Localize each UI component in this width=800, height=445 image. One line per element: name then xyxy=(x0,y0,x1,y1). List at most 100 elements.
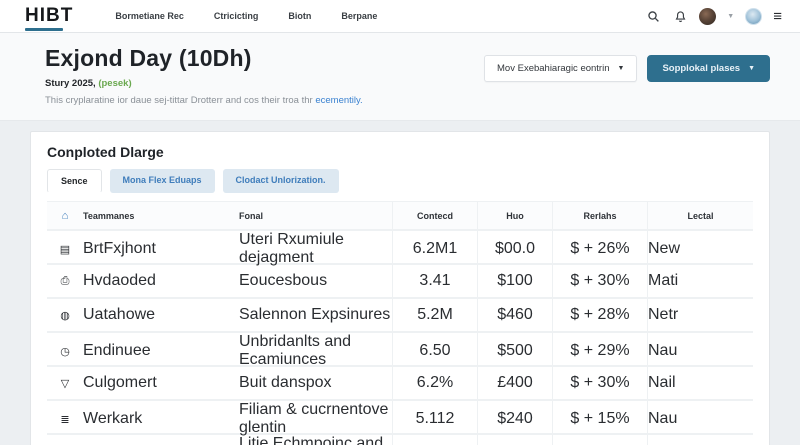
list-icon: ≣ xyxy=(60,413,69,426)
row-badges: Endinuee xyxy=(83,342,151,360)
description-text: This cryplaratine ior daue sej-tittar Dr… xyxy=(45,95,313,106)
tab-0[interactable]: Sence xyxy=(47,169,102,193)
column-rerlahs[interactable]: Rerlahs xyxy=(552,202,647,229)
status-label: Nau xyxy=(648,410,677,427)
status-label: Mati xyxy=(648,272,678,289)
primary-action-button[interactable]: Sopplokal plases ▼ xyxy=(647,55,770,82)
filter-icon: ▽ xyxy=(61,377,69,390)
type-badge: Uatahowe xyxy=(83,306,155,323)
column-fonal[interactable]: Fonal xyxy=(219,202,392,229)
chart-icon: ▤ xyxy=(60,243,70,256)
table-row[interactable]: ≣ Werkark Filiam & cucrnentove glentin 5… xyxy=(47,401,753,435)
dollar-icon: $ xyxy=(570,272,579,289)
column-huo[interactable]: Huo xyxy=(477,202,552,229)
row-name: Salennon Expsinures xyxy=(239,306,390,324)
secondary-avatar[interactable] xyxy=(745,8,762,25)
brand-logo[interactable]: HIBT xyxy=(25,5,73,27)
table-row[interactable]: ◯ Vobohisr Litie Echmpoinc and Baueigmen… xyxy=(47,435,753,445)
gain-value: + 29% xyxy=(584,342,630,359)
row-contecd: 6.50 xyxy=(419,342,450,360)
status-label: New xyxy=(648,240,680,257)
user-avatar[interactable] xyxy=(699,8,716,25)
menu-icon[interactable]: ≡ xyxy=(773,9,782,24)
row-huo: $500 xyxy=(497,342,533,360)
date-note: (pesek) xyxy=(98,78,131,89)
row-huo: $460 xyxy=(497,306,533,324)
table-header: ⌂ Teammanes Fonal Contecd Huo Rerlahs Le… xyxy=(47,201,753,231)
row-name: Buit danspox xyxy=(239,374,332,392)
row-name: Litie Echmpoinc and Baueigment xyxy=(239,435,392,445)
dollar-icon: $ xyxy=(570,342,579,359)
date-label: Stury 2025, xyxy=(45,78,96,89)
tab-2[interactable]: Clodact Unlorization. xyxy=(223,169,339,193)
type-badge: Brt xyxy=(83,240,103,257)
gain-badge: $ + 15% xyxy=(570,410,629,428)
gain-value: + 15% xyxy=(584,410,630,427)
table-row[interactable]: ◍ Uatahowe Salennon Expsinures 5.2M $460… xyxy=(47,299,753,333)
dollar-icon: $ xyxy=(570,410,579,427)
nav-item[interactable]: Bormetiane Rec xyxy=(115,11,184,21)
printer-icon: ⎙ xyxy=(61,275,70,288)
date-line: Stury 2025, (pesek) xyxy=(45,78,363,89)
type-badge: Culgomert xyxy=(83,374,157,391)
status-label: Nail xyxy=(648,374,676,391)
row-huo: £400 xyxy=(497,374,533,392)
status-label: Netr xyxy=(648,306,678,323)
caret-icon: ▼ xyxy=(618,65,625,72)
row-badges: Werkark xyxy=(83,410,142,428)
column-contecd[interactable]: Contecd xyxy=(392,202,477,229)
row-name: Filiam & cucrnentove glentin xyxy=(239,401,392,437)
clock-icon: ◷ xyxy=(60,345,70,358)
description-link[interactable]: ecementily. xyxy=(315,95,362,106)
type-badge: Werkark xyxy=(83,410,142,427)
table-row[interactable]: ▤ BrtFxjhont Uteri Rxumiule dejagment 6.… xyxy=(47,231,753,265)
card-title: Conploted Dlarge xyxy=(47,144,753,160)
status-label: Nau xyxy=(648,342,677,359)
table-row[interactable]: ▽ Culgomert Buit danspox 6.2% £400 $ + 3… xyxy=(47,367,753,401)
gain-badge: $ + 26% xyxy=(570,240,629,258)
row-name: Unbridanlts and Ecamiunces xyxy=(239,333,392,369)
row-huo: $00.0 xyxy=(495,240,535,258)
type-badge: Fxjhont xyxy=(103,240,155,257)
gain-value: + 30% xyxy=(584,272,630,289)
table-row[interactable]: ◷ Endinuee Unbridanlts and Ecamiunces 6.… xyxy=(47,333,753,367)
search-icon[interactable] xyxy=(645,8,661,24)
nav-item[interactable]: Ctricicting xyxy=(214,11,259,21)
row-huo: $100 xyxy=(497,272,533,290)
dollar-icon: $ xyxy=(570,306,579,323)
table-body: ▤ BrtFxjhont Uteri Rxumiule dejagment 6.… xyxy=(47,231,753,445)
row-name: Uteri Rxumiule dejagment xyxy=(239,231,392,267)
gain-badge: $ + 30% xyxy=(570,374,629,392)
page-header: Exjond Day (10Dh) Stury 2025, (pesek) Th… xyxy=(0,33,800,121)
chevron-down-icon[interactable]: ▼ xyxy=(727,13,734,20)
description-line: This cryplaratine ior daue sej-tittar Dr… xyxy=(45,95,363,106)
top-navbar: HIBT Bormetiane Rec Ctricicting Biotn Berpa… xyxy=(0,0,800,33)
row-contecd: 6.2% xyxy=(417,374,453,392)
gain-badge: $ + 29% xyxy=(570,342,629,360)
row-contecd: 5.112 xyxy=(416,410,455,428)
caret-icon: ▼ xyxy=(748,65,755,72)
row-badges: Hvdaoded xyxy=(83,272,156,290)
page-title: Exjond Day (10Dh) xyxy=(45,45,363,72)
column-lectal[interactable]: Lectal xyxy=(647,202,753,229)
nav-item[interactable]: Berpane xyxy=(341,11,377,21)
row-name: Eoucesbous xyxy=(239,272,327,290)
globe-icon: ◍ xyxy=(60,309,70,322)
row-badges: Uatahowe xyxy=(83,306,155,324)
column-teammanes[interactable]: Teammanes xyxy=(83,202,219,229)
completed-card: Conploted Dlarge Sence Mona Flex Eduaps Cl… xyxy=(30,131,770,445)
table-row[interactable]: ⎙ Hvdaoded Eoucesbous 3.41 $100 $ + 30% … xyxy=(47,265,753,299)
bell-icon[interactable] xyxy=(672,8,688,24)
gain-badge: $ + 30% xyxy=(570,272,629,290)
logo-accent-bar xyxy=(25,28,63,31)
gain-badge: $ + 28% xyxy=(570,306,629,324)
tab-1[interactable]: Mona Flex Eduaps xyxy=(110,169,215,193)
type-badge: Endinuee xyxy=(83,342,151,359)
type-badge: Hvdaoded xyxy=(83,272,156,289)
filter-dropdown[interactable]: Mov Exebahiaragic eontrin ▼ xyxy=(484,55,637,82)
dollar-icon: $ xyxy=(570,240,579,257)
gain-value: + 30% xyxy=(584,374,630,391)
card-tabs: Sence Mona Flex Eduaps Clodact Unlorizatio… xyxy=(47,169,753,193)
home-icon: ⌂ xyxy=(62,210,69,222)
nav-item[interactable]: Biotn xyxy=(288,11,311,21)
